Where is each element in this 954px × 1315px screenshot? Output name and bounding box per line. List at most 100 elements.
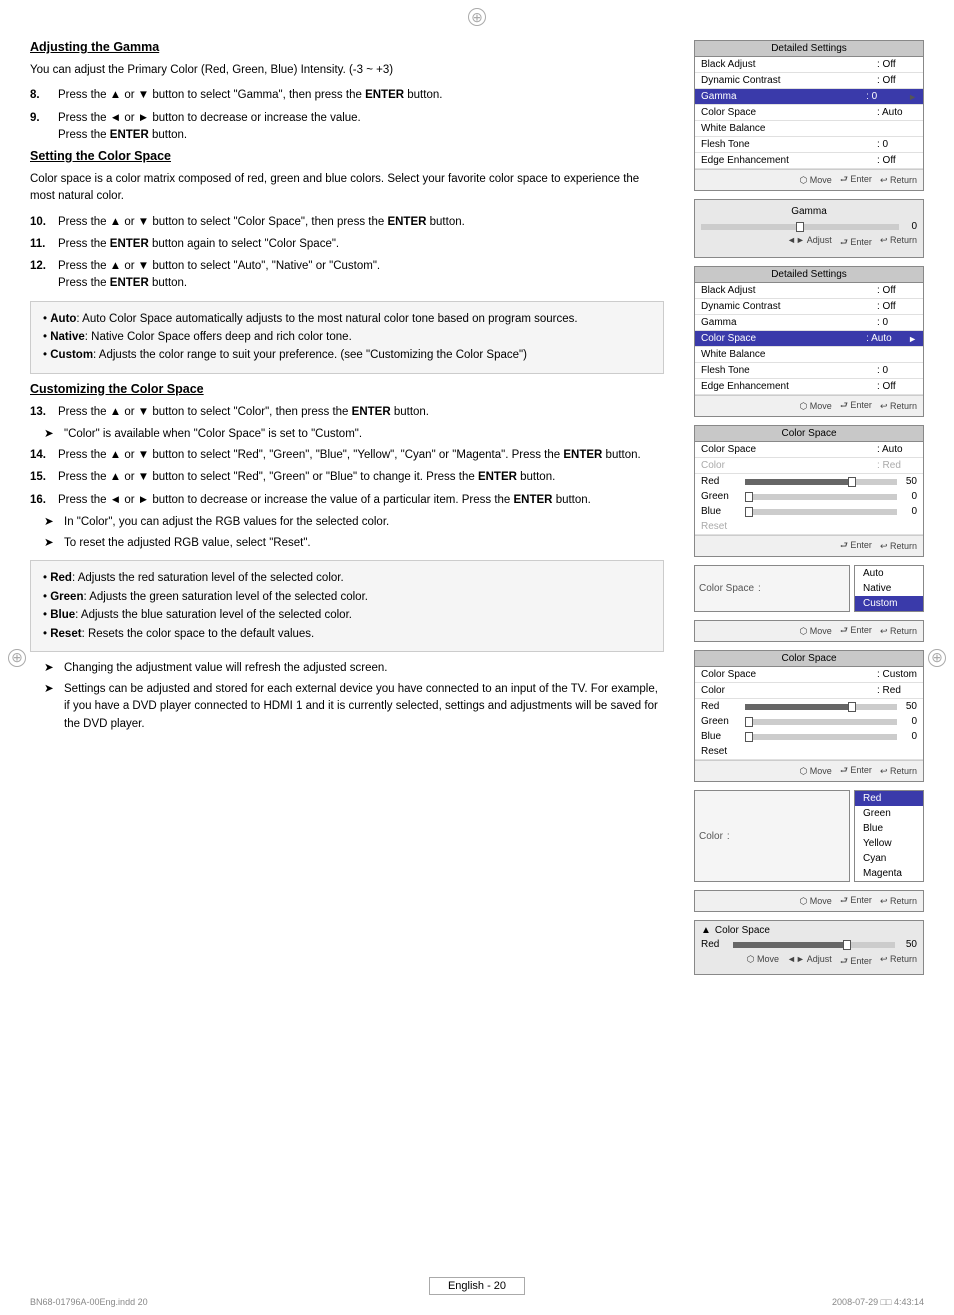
cs-green-val-custom: 0	[901, 716, 917, 727]
cs-red-track-auto	[745, 479, 897, 485]
left-column: Adjusting the Gamma You can adjust the P…	[30, 40, 674, 1275]
color-option-yellow[interactable]: Yellow	[855, 836, 923, 851]
cs-row-reset-custom: Reset	[695, 744, 923, 760]
cs-red-track-custom	[745, 704, 897, 710]
cs-option-native[interactable]: Native	[855, 581, 923, 596]
cs-red-val-auto: 50	[901, 476, 917, 487]
arrow-note-settings-text: Settings can be adjusted and stored for …	[64, 681, 664, 733]
cs-blue-thumb-custom	[745, 732, 753, 742]
arrow-sym-3: ➤	[44, 535, 58, 552]
ds-row-colorspace-1: Color Space : Auto	[695, 105, 923, 121]
cs-selector-container: Color Space : Auto Native Custom	[694, 565, 924, 612]
doc-footer-right: 2008-07-29 □□ 4:43:14	[832, 1297, 924, 1307]
ds-row-blackadjust-1: Black Adjust : Off	[695, 57, 923, 73]
ds-footer-2: ⬡ Move ⮐ Enter ↩ Return	[695, 395, 923, 416]
footer-move-1: ⬡ Move	[799, 172, 831, 188]
step-10-text: Press the ▲ or ▼ button to select "Color…	[58, 214, 664, 231]
cs-green-thumb-auto	[745, 492, 753, 502]
bottom-cs-thumb	[843, 940, 851, 950]
step-13-text: Press the ▲ or ▼ button to select "Color…	[58, 404, 664, 421]
arrow-note-settings: ➤ Settings can be adjusted and stored fo…	[30, 681, 664, 733]
infobox-custom: • Custom: Adjusts the color range to sui…	[43, 346, 651, 364]
ds-row-dyncontrast-1: Dynamic Contrast : Off	[695, 73, 923, 89]
footer-move-bottom: ⬡ Move	[747, 954, 779, 970]
page-number-box: English - 20	[429, 1277, 525, 1295]
cs-green-val-auto: 0	[901, 491, 917, 502]
detailed-settings-title-2: Detailed Settings	[695, 267, 923, 283]
gamma-heading: Adjusting the Gamma	[30, 40, 664, 54]
step-13-num: 13.	[30, 404, 52, 421]
color-option-magenta[interactable]: Magenta	[855, 866, 923, 881]
left-decoration-icon: ⊕	[8, 649, 26, 667]
cs-option-custom[interactable]: Custom	[855, 596, 923, 611]
footer-return-bottom: ↩ Return	[880, 954, 917, 970]
footer-return-1: ↩ Return	[880, 172, 917, 188]
footer-adjust-bottom: ◄► Adjust	[787, 954, 832, 970]
infobox-auto: • Auto: Auto Color Space automatically a…	[43, 310, 651, 328]
step-16-text: Press the ◄ or ► button to decrease or i…	[58, 492, 664, 509]
footer-enter-cs-auto: ⮐ Enter	[840, 538, 872, 554]
bottom-cs-val: 50	[899, 939, 917, 950]
top-decoration-icon: ⊕	[468, 8, 486, 26]
colorspace-panel-custom: Color Space Color Space : Custom Color :…	[694, 650, 924, 782]
footer-move-cs-custom: ⬡ Move	[799, 763, 831, 779]
infobox2-blue: • Blue: Adjusts the blue saturation leve…	[43, 606, 651, 624]
step-8-num: 8.	[30, 87, 52, 104]
cs-blue-track-custom	[745, 734, 897, 740]
color-dropdown-footer: ⬡ Move ⮐ Enter ↩ Return	[694, 890, 924, 912]
color-dropdown: Red Green Blue Yellow Cyan Magenta	[854, 790, 924, 882]
color-option-red[interactable]: Red	[855, 791, 923, 806]
cs-red-thumb-auto	[848, 477, 856, 487]
gamma-slider-row: 0	[701, 221, 917, 232]
step-15-text: Press the ▲ or ▼ button to select "Red",…	[58, 469, 664, 486]
right-decoration-icon: ⊕	[928, 649, 946, 667]
step-10: 10. Press the ▲ or ▼ button to select "C…	[30, 214, 664, 231]
cs-blue-thumb-auto	[745, 507, 753, 517]
color-dropdown-label: Color	[699, 831, 723, 842]
bottom-cs-label: Red	[701, 939, 729, 950]
infobox2-green: • Green: Adjusts the green saturation le…	[43, 588, 651, 606]
doc-footer: BN68-01796A-00Eng.indd 20 2008-07-29 □□ …	[30, 1297, 924, 1307]
cs-red-thumb-custom	[848, 702, 856, 712]
color-dropdown-colon: :	[727, 831, 730, 842]
color-option-green[interactable]: Green	[855, 806, 923, 821]
bottom-cs-slider: Red 50	[701, 939, 917, 950]
footer-return-cs-auto: ↩ Return	[880, 538, 917, 554]
ds-row-fleshtone-2: Flesh Tone : 0	[695, 363, 923, 379]
cs-dropdown: Auto Native Custom	[854, 565, 924, 612]
cs-red-fill-custom	[745, 704, 851, 710]
arrow-note-color-available: ➤ "Color" is available when "Color Space…	[30, 426, 664, 443]
right-column: Detailed Settings Black Adjust : Off Dyn…	[694, 40, 924, 1275]
page-number-label: English - 20	[448, 1280, 506, 1292]
cs-blue-val-custom: 0	[901, 731, 917, 742]
cs-blue-track-auto	[745, 509, 897, 515]
gamma-track	[701, 224, 899, 230]
cs-row-colorspace-custom: Color Space : Custom	[695, 667, 923, 683]
gamma-footer: ◄► Adjust ⮐ Enter ↩ Return	[701, 232, 917, 251]
arrow-note-text: "Color" is available when "Color Space" …	[64, 426, 362, 443]
colorspace-heading: Setting the Color Space	[30, 149, 664, 163]
bottom-cs-up-arrow: ▲	[701, 925, 711, 936]
step-16-num: 16.	[30, 492, 52, 509]
detailed-settings-title-1: Detailed Settings	[695, 41, 923, 57]
ds-row-fleshtone-1: Flesh Tone : 0	[695, 137, 923, 153]
color-option-blue[interactable]: Blue	[855, 821, 923, 836]
bottom-cs-footer: ⬡ Move ◄► Adjust ⮐ Enter ↩ Return	[701, 952, 917, 970]
ds-footer-1: ⬡ Move ⮐ Enter ↩ Return	[695, 169, 923, 190]
step-12-num: 12.	[30, 258, 52, 293]
cs-row-colorspace-auto: Color Space : Auto	[695, 442, 923, 458]
step-9-text: Press the ◄ or ► button to decrease or i…	[58, 110, 664, 145]
detailed-settings-panel-gamma: Detailed Settings Black Adjust : Off Dyn…	[694, 40, 924, 191]
step-10-num: 10.	[30, 214, 52, 231]
footer-return-cs-custom: ↩ Return	[880, 763, 917, 779]
cs-option-auto[interactable]: Auto	[855, 566, 923, 581]
arrow-sym-4: ➤	[44, 660, 58, 677]
doc-footer-left: BN68-01796A-00Eng.indd 20	[30, 1297, 148, 1307]
color-option-cyan[interactable]: Cyan	[855, 851, 923, 866]
footer-move-2: ⬡ Move	[799, 398, 831, 414]
arrow-sym-2: ➤	[44, 514, 58, 531]
cs-row-color-auto: Color : Red	[695, 458, 923, 474]
detailed-settings-panel-cs: Detailed Settings Black Adjust : Off Dyn…	[694, 266, 924, 417]
ds-row-edgeenhance-1: Edge Enhancement : Off	[695, 153, 923, 169]
step-8-text: Press the ▲ or ▼ button to select "Gamma…	[58, 87, 664, 104]
